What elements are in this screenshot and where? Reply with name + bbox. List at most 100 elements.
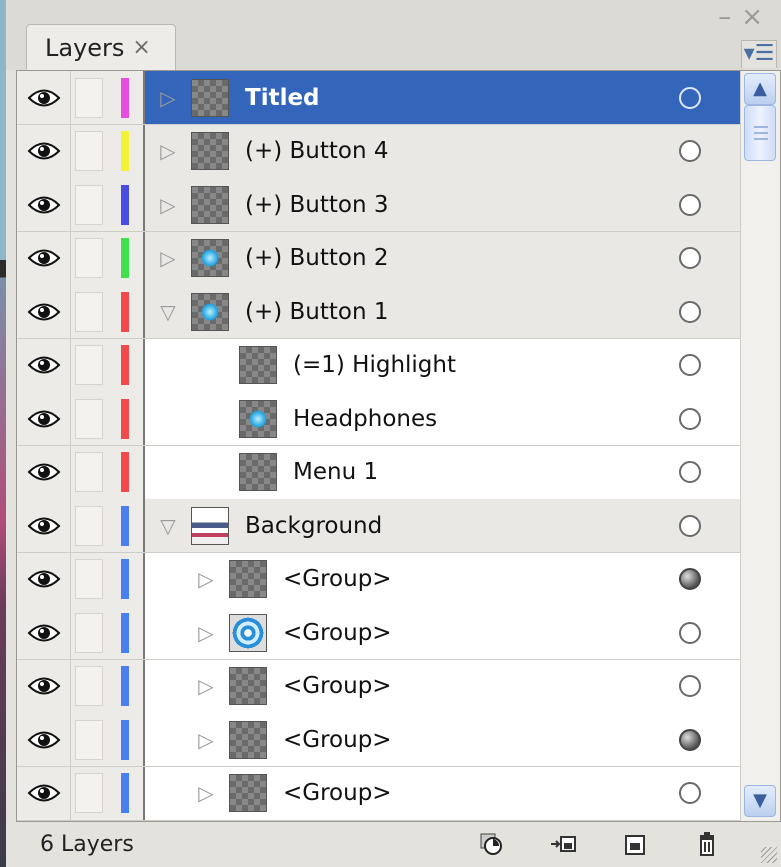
layer-name[interactable]: (+) Button 1 — [245, 299, 389, 325]
layer-name[interactable]: <Group> — [283, 620, 392, 646]
visibility-eye-icon[interactable] — [17, 338, 71, 392]
lock-toggle[interactable] — [71, 392, 107, 445]
layer-row[interactable]: ▷ <Group> — [17, 659, 741, 714]
target-circle-icon[interactable] — [679, 621, 701, 644]
visibility-eye-icon[interactable] — [17, 445, 71, 499]
visibility-eye-icon[interactable] — [17, 552, 71, 606]
layer-color-swatch — [107, 659, 145, 713]
visibility-eye-icon[interactable] — [17, 124, 71, 178]
layer-row[interactable]: Menu 1 — [17, 445, 741, 500]
layer-name[interactable]: Headphones — [293, 406, 437, 432]
expand-triangle-closed-icon[interactable]: ▷ — [193, 725, 219, 755]
target-circle-icon[interactable] — [679, 300, 701, 323]
layer-row[interactable]: ▷ <Group> — [17, 713, 741, 767]
make-clipping-mask-icon[interactable] — [477, 830, 505, 858]
lock-toggle[interactable] — [71, 766, 107, 820]
visibility-eye-icon[interactable] — [17, 231, 71, 285]
tab-close-icon[interactable]: × — [132, 35, 150, 60]
scroll-down-button[interactable]: ▼ — [744, 785, 776, 817]
visibility-eye-icon[interactable] — [17, 392, 71, 445]
scroll-thumb[interactable] — [744, 105, 776, 161]
lock-toggle[interactable] — [71, 285, 107, 338]
layer-row[interactable]: ▷ <Group> — [17, 552, 741, 607]
expand-triangle-closed-icon[interactable]: ▷ — [155, 83, 181, 113]
lock-toggle[interactable] — [71, 71, 107, 124]
target-circle-icon[interactable] — [679, 568, 701, 590]
lock-toggle[interactable] — [71, 231, 107, 285]
layer-name[interactable]: <Group> — [283, 727, 392, 753]
new-layer-icon[interactable] — [621, 830, 649, 858]
tab-layers[interactable]: Layers × — [26, 24, 176, 70]
lock-toggle[interactable] — [71, 552, 107, 606]
expand-triangle-closed-icon[interactable]: ▷ — [193, 564, 219, 594]
layer-row[interactable]: ▷ (+) Button 2 — [17, 231, 741, 286]
target-circle-icon[interactable] — [679, 461, 701, 483]
minimize-icon[interactable]: – — [718, 2, 741, 32]
expand-triangle-closed-icon[interactable]: ▷ — [155, 190, 181, 220]
expand-triangle-open-icon[interactable]: ▽ — [155, 297, 181, 327]
lock-toggle[interactable] — [71, 606, 107, 659]
target-circle-icon[interactable] — [679, 140, 701, 162]
layer-row[interactable]: Headphones — [17, 392, 741, 446]
lock-toggle[interactable] — [71, 659, 107, 713]
target-circle-icon[interactable] — [679, 354, 701, 376]
layer-thumbnail — [191, 239, 229, 277]
scroll-up-button[interactable]: ▲ — [744, 73, 776, 105]
target-circle-icon[interactable] — [679, 247, 701, 269]
create-sublayer-icon[interactable] — [549, 830, 577, 858]
layers-list: ▷ Titled ▷ (+) Button 4 ▷ (+) Button 3 ▷ (+) Bu… — [16, 70, 781, 822]
layer-row[interactable]: (=1) Highlight — [17, 338, 741, 393]
layer-row[interactable]: ▷ (+) Button 4 — [17, 124, 741, 179]
layer-row[interactable]: ▷ Titled — [17, 71, 741, 125]
layer-row[interactable]: ▷ (+) Button 3 — [17, 178, 741, 232]
layer-name[interactable]: Titled — [245, 85, 320, 111]
layer-name[interactable]: <Group> — [283, 780, 392, 806]
vertical-scrollbar[interactable]: ▲ ▼ — [740, 71, 780, 821]
layer-row[interactable]: ▷ <Group> — [17, 606, 741, 660]
lock-toggle[interactable] — [71, 338, 107, 392]
target-circle-icon[interactable] — [679, 514, 701, 537]
target-circle-icon[interactable] — [679, 86, 701, 109]
target-circle-icon[interactable] — [679, 728, 701, 751]
lock-toggle[interactable] — [71, 445, 107, 499]
lock-toggle[interactable] — [71, 499, 107, 552]
expand-triangle-closed-icon[interactable]: ▷ — [193, 671, 219, 701]
layer-name[interactable]: (=1) Highlight — [293, 352, 456, 378]
visibility-eye-icon[interactable] — [17, 766, 71, 820]
visibility-eye-icon[interactable] — [17, 71, 71, 124]
visibility-eye-icon[interactable] — [17, 499, 71, 552]
lock-toggle[interactable] — [71, 124, 107, 178]
layer-row[interactable]: ▽ (+) Button 1 — [17, 285, 741, 339]
expand-triangle-closed-icon[interactable]: ▷ — [155, 243, 181, 273]
layer-row[interactable]: ▽ Background — [17, 499, 741, 553]
expand-triangle-closed-icon[interactable]: ▷ — [193, 618, 219, 648]
visibility-eye-icon[interactable] — [17, 713, 71, 766]
target-circle-icon[interactable] — [679, 193, 701, 216]
layer-name[interactable]: <Group> — [283, 673, 392, 699]
lock-toggle[interactable] — [71, 713, 107, 766]
expand-triangle-open-icon[interactable]: ▽ — [155, 511, 181, 541]
visibility-eye-icon[interactable] — [17, 178, 71, 231]
lock-toggle[interactable] — [71, 178, 107, 231]
layer-name[interactable]: Background — [245, 513, 382, 539]
panel-header: –× Layers × ▾☰ — [6, 0, 781, 70]
layer-row[interactable]: ▷ <Group> — [17, 766, 741, 821]
target-circle-icon[interactable] — [679, 407, 701, 430]
panel-menu-icon[interactable]: ▾☰ — [741, 40, 777, 68]
visibility-eye-icon[interactable] — [17, 285, 71, 338]
close-panel-icon[interactable]: × — [741, 2, 773, 32]
expand-triangle-closed-icon[interactable]: ▷ — [193, 778, 219, 808]
layer-name[interactable]: Menu 1 — [293, 459, 378, 485]
delete-layer-icon[interactable] — [693, 830, 721, 858]
target-circle-icon[interactable] — [679, 782, 701, 804]
resize-grip[interactable] — [761, 847, 777, 863]
target-circle-icon[interactable] — [679, 675, 701, 697]
layer-color-swatch — [107, 71, 145, 124]
visibility-eye-icon[interactable] — [17, 606, 71, 659]
layer-name[interactable]: (+) Button 4 — [245, 138, 389, 164]
visibility-eye-icon[interactable] — [17, 659, 71, 713]
layer-name[interactable]: <Group> — [283, 566, 392, 592]
layer-name[interactable]: (+) Button 2 — [245, 245, 389, 271]
expand-triangle-closed-icon[interactable]: ▷ — [155, 136, 181, 166]
layer-name[interactable]: (+) Button 3 — [245, 192, 389, 218]
